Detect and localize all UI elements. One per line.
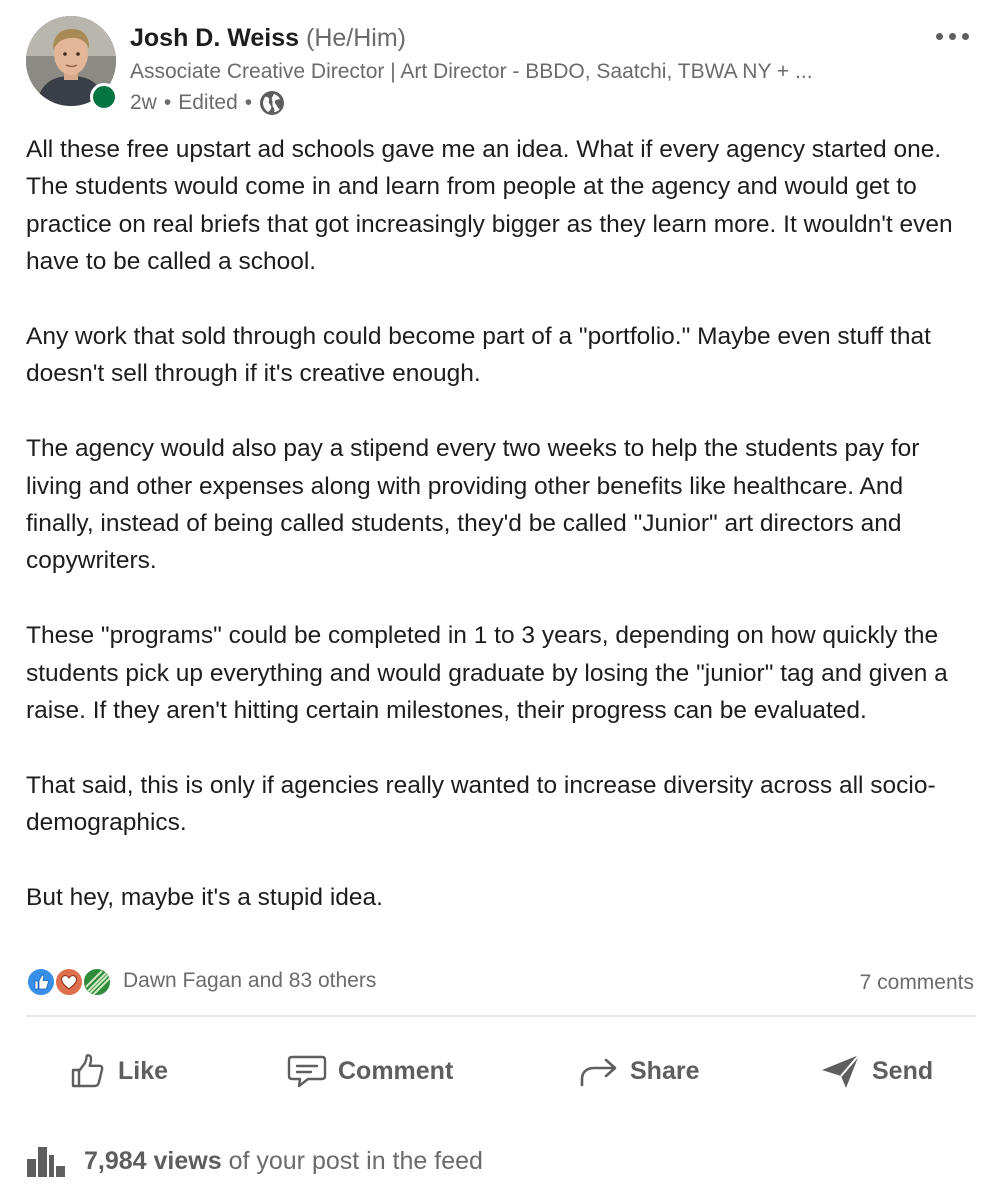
send-paper-plane-icon: [822, 1054, 860, 1088]
thumbs-up-icon: [71, 1054, 104, 1088]
send-button[interactable]: Send: [820, 1038, 933, 1104]
post-header: Josh D. Weiss (He/Him) Associate Creativ…: [26, 16, 976, 116]
views-text: 7,984 views of your post in the feed: [84, 1147, 483, 1176]
share-button[interactable]: Share: [578, 1038, 699, 1104]
more-dot-icon: [948, 32, 956, 40]
more-dot-icon: [935, 32, 943, 40]
reactors-text[interactable]: Dawn Fagan and 83 others: [123, 969, 376, 993]
online-status-dot: [90, 83, 118, 111]
bar-chart-icon: [27, 1147, 65, 1177]
author-pronouns: (He/Him): [306, 24, 406, 52]
share-arrow-icon: [580, 1058, 617, 1087]
views-count: 7,984 views: [84, 1146, 222, 1175]
like-reaction-icon: [26, 967, 56, 997]
more-options-button[interactable]: [932, 28, 972, 44]
send-label: Send: [872, 1056, 934, 1085]
social-counts: Dawn Fagan and 83 others 7 comments: [26, 966, 976, 1002]
author-headline: Associate Creative Director | Art Direct…: [130, 60, 813, 83]
author-name[interactable]: Josh D. Weiss: [130, 24, 299, 52]
comment-icon: [287, 1055, 327, 1088]
more-dot-icon: [961, 32, 969, 40]
like-button[interactable]: Like: [68, 1038, 168, 1104]
share-label: Share: [630, 1056, 700, 1085]
post-paragraph: But hey, maybe it's a stupid idea.: [26, 884, 383, 912]
reaction-icons[interactable]: [26, 967, 116, 999]
post-paragraph: That said, this is only if agencies real…: [26, 771, 936, 837]
post-paragraph: All these free upstart ad schools gave m…: [26, 136, 953, 276]
comment-button[interactable]: Comment: [286, 1038, 453, 1104]
author-name-line: Josh D. Weiss (He/Him): [130, 24, 406, 53]
love-reaction-icon: [54, 967, 84, 997]
like-label: Like: [118, 1056, 169, 1085]
views-suffix: of your post in the feed: [228, 1146, 483, 1175]
post-meta: 2w • Edited •: [130, 90, 285, 116]
post-paragraph: The agency would also pay a stipend ever…: [26, 435, 920, 575]
actions-divider: [26, 1015, 976, 1017]
comments-count-link[interactable]: 7 comments: [860, 971, 974, 995]
comment-label: Comment: [338, 1056, 454, 1085]
post-text: All these free upstart ad schools gave m…: [26, 131, 976, 916]
meta-separator: •: [163, 91, 172, 114]
post-views[interactable]: 7,984 views of your post in the feed: [26, 1141, 483, 1181]
insightful-reaction-icon: [82, 967, 112, 997]
post-actions-bar: Like Comment Share Send: [26, 1038, 976, 1104]
post-time: 2w: [130, 91, 157, 114]
globe-icon[interactable]: [259, 90, 285, 116]
post-paragraph: These "programs" could be completed in 1…: [26, 622, 948, 725]
meta-separator: •: [244, 91, 253, 114]
post-paragraph: Any work that sold through could become …: [26, 323, 931, 388]
edited-label: Edited: [178, 91, 238, 114]
